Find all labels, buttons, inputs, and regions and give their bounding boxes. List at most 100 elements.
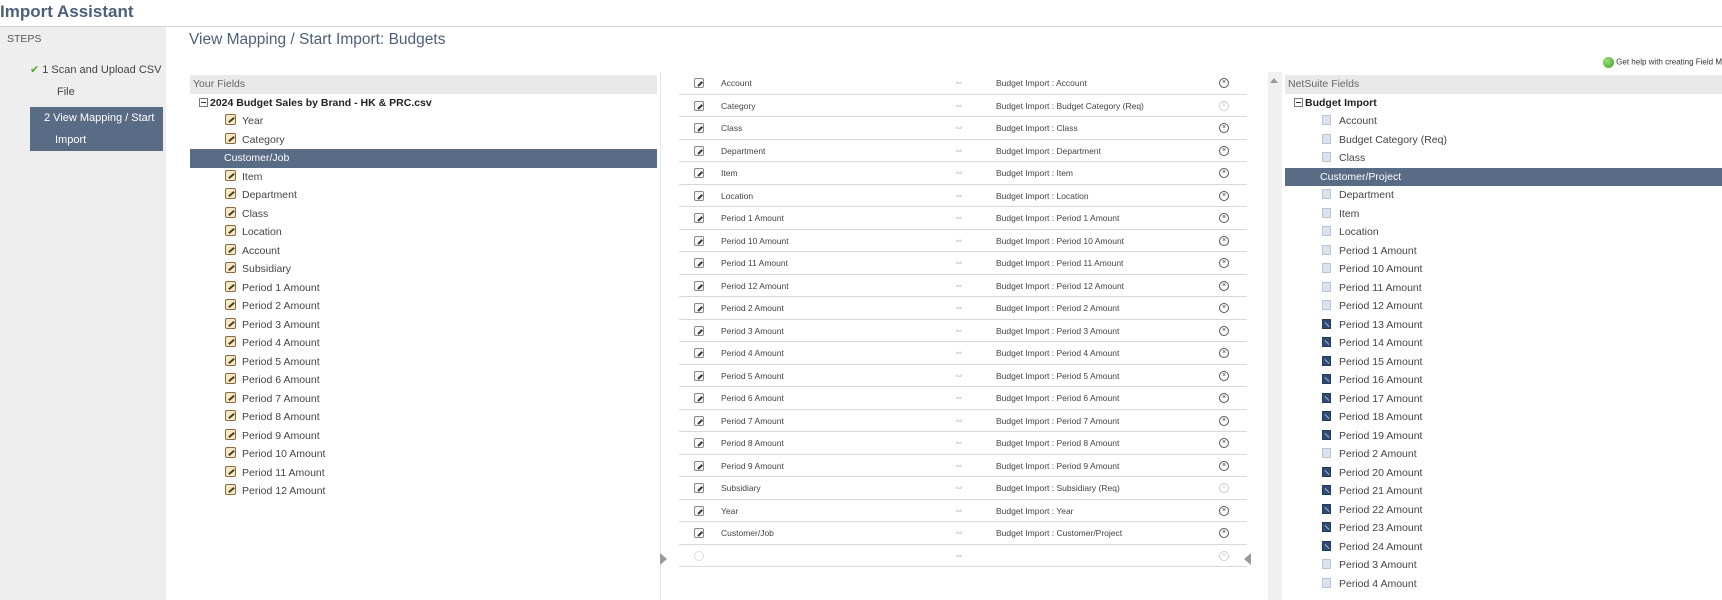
collapse-icon[interactable]	[199, 98, 208, 107]
your-field-item[interactable]: Period 4 Amount	[190, 334, 657, 353]
mapping-row[interactable]: Period 7 Amount ⇔ Budget Import : Period 7…	[679, 410, 1247, 432]
remove-mapping-icon[interactable]: ×	[1219, 235, 1229, 246]
mapping-row[interactable]: Location ⇔ Budget Import : Location ×	[679, 185, 1247, 207]
your-field-item[interactable]: Category	[190, 131, 657, 150]
empty-slot-icon[interactable]	[694, 550, 704, 561]
mapping-row[interactable]: Year ⇔ Budget Import : Year ×	[679, 500, 1247, 522]
your-field-item[interactable]: Period 2 Amount	[190, 297, 657, 316]
step-view-mapping[interactable]: 2 View Mapping / Start Import	[30, 107, 163, 151]
edit-mapping-icon[interactable]	[694, 235, 704, 246]
map-right-arrow-icon[interactable]	[1244, 553, 1251, 565]
netsuite-field-item[interactable]: Period 19 Amount	[1285, 427, 1722, 446]
mapping-row[interactable]: Period 5 Amount ⇔ Budget Import : Period 5…	[679, 365, 1247, 387]
help-link[interactable]: Get help with creating Field M	[1603, 57, 1722, 68]
netsuite-field-item[interactable]: Period 1 Amount	[1285, 242, 1722, 261]
netsuite-field-item[interactable]: Class	[1285, 149, 1722, 168]
your-field-item[interactable]: Period 12 Amount	[190, 482, 657, 501]
edit-mapping-icon[interactable]	[694, 213, 704, 223]
your-field-item[interactable]: Period 7 Amount	[190, 390, 657, 409]
your-field-item[interactable]: Period 1 Amount	[190, 279, 657, 298]
edit-mapping-icon[interactable]	[694, 370, 704, 381]
netsuite-field-item[interactable]: Account	[1285, 112, 1722, 131]
netsuite-field-item[interactable]: Period 24 Amount	[1285, 538, 1722, 557]
netsuite-field-item[interactable]: Customer/Project	[1285, 167, 1722, 186]
your-field-item[interactable]: Item	[190, 168, 657, 187]
netsuite-field-item[interactable]: Item	[1285, 205, 1722, 224]
your-field-item[interactable]: Year	[190, 112, 657, 131]
netsuite-field-item[interactable]: Period 13 Amount	[1285, 316, 1722, 335]
netsuite-field-item[interactable]: Period 14 Amount	[1285, 334, 1722, 353]
your-field-item[interactable]: Subsidiary	[190, 260, 657, 279]
mapping-row[interactable]: Customer/Job ⇔ Budget Import : Customer/Pr…	[679, 522, 1247, 545]
mapping-row[interactable]: Category ⇔ Budget Import : Budget Category…	[679, 95, 1247, 117]
remove-mapping-icon[interactable]: ×	[1219, 460, 1229, 471]
edit-mapping-icon[interactable]	[694, 528, 704, 538]
remove-mapping-icon[interactable]: ×	[1219, 280, 1229, 291]
mapping-row[interactable]: Department ⇔ Budget Import : Department ×	[679, 140, 1247, 162]
your-field-item[interactable]: Location	[190, 223, 657, 242]
netsuite-field-item[interactable]: Period 2 Amount	[1285, 445, 1722, 464]
edit-mapping-icon[interactable]	[694, 123, 704, 133]
edit-mapping-icon[interactable]	[694, 168, 704, 178]
edit-mapping-icon[interactable]	[694, 145, 704, 156]
your-field-item[interactable]: Period 6 Amount	[190, 371, 657, 390]
netsuite-field-item[interactable]: Period 22 Amount	[1285, 501, 1722, 520]
scroll-up-arrow-icon[interactable]	[1270, 78, 1278, 83]
edit-mapping-icon[interactable]	[694, 348, 704, 358]
mapping-row[interactable]: Period 11 Amount ⇔ Budget Import : Period …	[679, 252, 1247, 275]
edit-mapping-icon[interactable]	[694, 190, 704, 201]
your-field-item[interactable]: Period 5 Amount	[190, 353, 657, 372]
netsuite-field-item[interactable]: Period 4 Amount	[1285, 575, 1722, 594]
mapping-row[interactable]: Period 12 Amount ⇔ Budget Import : Period …	[679, 275, 1247, 297]
mapping-row[interactable]: Subsidiary ⇔ Budget Import : Subsidiary (R…	[679, 477, 1247, 500]
mapping-row[interactable]: Period 9 Amount ⇔ Budget Import : Period 9…	[679, 455, 1247, 477]
netsuite-scroll-gutter[interactable]	[1268, 72, 1282, 600]
edit-mapping-icon[interactable]	[694, 280, 704, 291]
netsuite-field-item[interactable]: Period 17 Amount	[1285, 390, 1722, 409]
netsuite-field-item[interactable]: Period 10 Amount	[1285, 260, 1722, 279]
collapse-icon[interactable]	[1294, 98, 1303, 107]
netsuite-fields-root[interactable]: Budget Import	[1285, 94, 1722, 112]
your-field-item[interactable]: Period 8 Amount	[190, 408, 657, 427]
netsuite-field-item[interactable]: Period 18 Amount	[1285, 408, 1722, 427]
netsuite-field-item[interactable]: Period 21 Amount	[1285, 482, 1722, 501]
your-field-item[interactable]: Period 9 Amount	[190, 427, 657, 446]
netsuite-field-item[interactable]: Budget Category (Req)	[1285, 131, 1722, 150]
netsuite-field-item[interactable]: Period 20 Amount	[1285, 464, 1722, 483]
your-field-item[interactable]: Department	[190, 186, 657, 205]
remove-mapping-icon[interactable]: ×	[1219, 123, 1229, 133]
netsuite-field-item[interactable]: Period 11 Amount	[1285, 279, 1722, 298]
netsuite-field-item[interactable]: Period 15 Amount	[1285, 353, 1722, 372]
mapping-row[interactable]: Period 2 Amount ⇔ Budget Import : Period 2…	[679, 297, 1247, 320]
remove-mapping-icon[interactable]: ×	[1219, 393, 1229, 403]
your-fields-root[interactable]: 2024 Budget Sales by Brand - HK & PRC.cs…	[190, 94, 657, 112]
your-field-item[interactable]: Period 11 Amount	[190, 464, 657, 483]
mapping-row[interactable]: Item ⇔ Budget Import : Item ×	[679, 162, 1247, 185]
remove-mapping-icon[interactable]: ×	[1219, 258, 1229, 268]
your-field-item[interactable]: Class	[190, 205, 657, 224]
map-left-arrow-icon[interactable]	[660, 553, 667, 565]
step-scan-upload[interactable]: ✔ 1 Scan and Upload CSV File	[30, 59, 166, 103]
your-field-item[interactable]: Period 10 Amount	[190, 445, 657, 464]
edit-mapping-icon[interactable]	[694, 415, 704, 426]
remove-mapping-icon[interactable]: ×	[1219, 213, 1229, 223]
your-field-item[interactable]: Customer/Job	[190, 149, 657, 168]
netsuite-field-item[interactable]: Location	[1285, 223, 1722, 242]
mapping-row[interactable]: Class ⇔ Budget Import : Class ×	[679, 117, 1247, 140]
remove-mapping-icon[interactable]: ×	[1219, 325, 1229, 336]
edit-mapping-icon[interactable]	[694, 303, 704, 313]
remove-mapping-icon[interactable]: ×	[1219, 415, 1229, 426]
remove-mapping-icon[interactable]: ×	[1219, 348, 1229, 358]
mapping-row[interactable]: Period 4 Amount ⇔ Budget Import : Period 4…	[679, 342, 1247, 365]
mapping-row[interactable]: Period 10 Amount ⇔ Budget Import : Period …	[679, 230, 1247, 252]
netsuite-field-item[interactable]: Department	[1285, 186, 1722, 205]
netsuite-field-item[interactable]: Period 3 Amount	[1285, 556, 1722, 575]
edit-mapping-icon[interactable]	[694, 460, 704, 471]
remove-mapping-icon[interactable]: ×	[1219, 168, 1229, 178]
edit-mapping-icon[interactable]	[694, 78, 704, 88]
mapping-row[interactable]: ⇔ ×	[679, 545, 1247, 567]
mapping-row[interactable]: Period 8 Amount ⇔ Budget Import : Period 8…	[679, 432, 1247, 455]
remove-mapping-icon[interactable]: ×	[1219, 528, 1229, 538]
edit-mapping-icon[interactable]	[694, 483, 704, 493]
netsuite-field-item[interactable]: Period 23 Amount	[1285, 519, 1722, 538]
